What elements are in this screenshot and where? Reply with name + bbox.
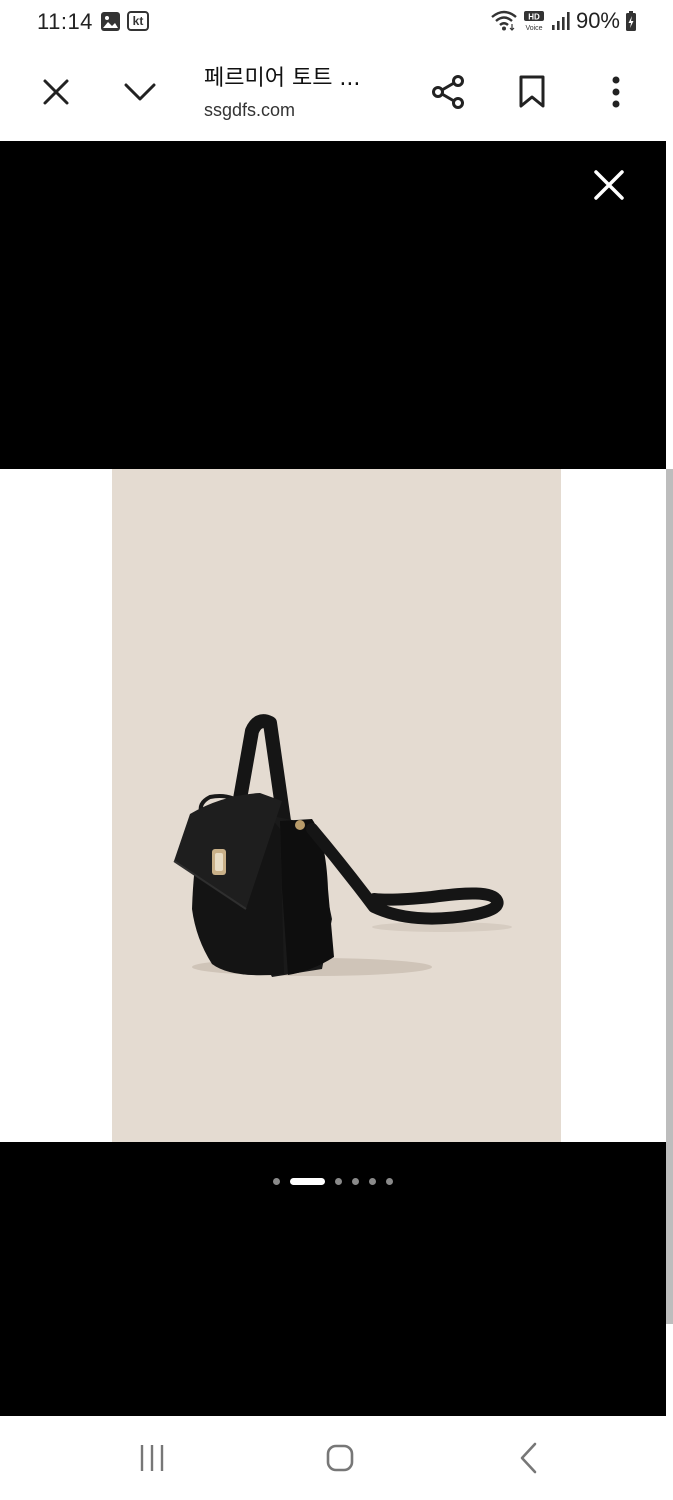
hd-voice-icon: HD Voice <box>523 11 544 32</box>
status-right-icons: HD Voice 90% <box>491 8 637 34</box>
pager-dot[interactable] <box>386 1177 393 1185</box>
scrollbar-thumb[interactable] <box>666 469 673 1324</box>
status-time: 11:14 <box>37 9 93 34</box>
recent-apps-button[interactable] <box>130 1436 174 1480</box>
pager-dot[interactable] <box>335 1177 342 1185</box>
battery-percent: 90% <box>575 8 620 33</box>
more-options-button[interactable] <box>592 68 640 116</box>
bookmark-icon <box>519 75 545 108</box>
status-left-icons: kt <box>100 11 149 32</box>
browser-toolbar: 페르미어 토트 ... ssgdfs.com <box>0 46 673 141</box>
minimize-button[interactable] <box>116 68 164 116</box>
home-icon <box>326 1444 354 1472</box>
share-button[interactable] <box>425 68 473 116</box>
system-navigation-bar <box>0 1416 673 1500</box>
pager-dot-active[interactable] <box>290 1177 325 1185</box>
page-title: 페르미어 토트 ... <box>204 66 361 91</box>
wifi-icon <box>491 10 517 31</box>
pager-dot[interactable] <box>369 1177 376 1185</box>
svg-text:Voice: Voice <box>525 25 542 32</box>
signal-icon <box>551 12 570 30</box>
share-icon <box>432 75 464 109</box>
kt-label: kt <box>132 14 144 28</box>
handbag-illustration <box>173 714 512 977</box>
kt-carrier-icon: kt <box>127 11 149 31</box>
battery-charging-icon <box>626 11 636 31</box>
back-button[interactable] <box>507 1436 551 1480</box>
back-icon <box>520 1442 537 1474</box>
chevron-down-icon <box>124 83 156 101</box>
bookmark-button[interactable] <box>508 68 556 116</box>
page-info[interactable]: 페르미어 토트 ... ssgdfs.com <box>204 60 414 121</box>
page-url: ssgdfs.com <box>204 100 296 120</box>
gallery-icon <box>101 12 120 31</box>
product-image[interactable] <box>112 469 561 1142</box>
close-tab-button[interactable] <box>32 68 80 116</box>
more-vert-icon <box>612 76 620 108</box>
pager-dot[interactable] <box>273 1177 280 1185</box>
pager-dot[interactable] <box>352 1177 359 1185</box>
home-button[interactable] <box>318 1436 362 1480</box>
close-icon <box>594 170 624 200</box>
svg-text:HD: HD <box>528 13 540 22</box>
close-viewer-button[interactable] <box>589 165 629 205</box>
status-bar: 11:14 kt HD Voice 90% <box>0 0 673 46</box>
image-pager <box>0 1174 666 1188</box>
close-icon <box>43 79 69 105</box>
recent-apps-icon <box>140 1445 164 1471</box>
